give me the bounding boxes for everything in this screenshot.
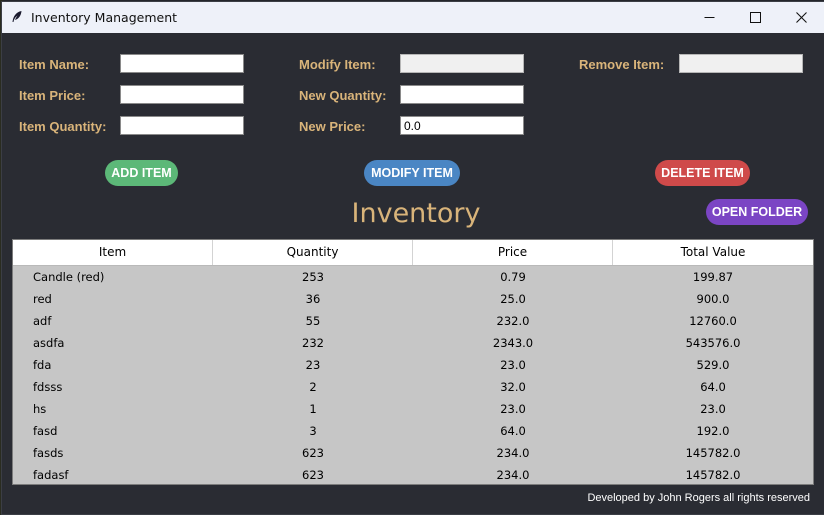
- modify-item-button[interactable]: MODIFY ITEM: [364, 160, 460, 186]
- add-item-button[interactable]: ADD ITEM: [105, 160, 178, 186]
- item-quantity-label: Item Quantity:: [19, 119, 107, 134]
- cell-quantity: 3: [309, 424, 317, 438]
- cell-quantity: 23: [305, 358, 321, 372]
- table-row[interactable]: Candle (red) 253 0.79 199.87: [13, 266, 813, 288]
- table-row[interactable]: fda 23 23.0 529.0: [13, 354, 813, 376]
- cell-price: 25.0: [500, 292, 526, 306]
- remove-item-label: Remove Item:: [579, 57, 665, 72]
- inventory-heading: Inventory: [2, 198, 824, 229]
- table-row[interactable]: hs 1 23.0 23.0: [13, 398, 813, 420]
- cell-item: hs: [33, 402, 47, 416]
- cell-price: 232.0: [496, 314, 530, 328]
- close-button[interactable]: [778, 2, 824, 33]
- cell-item: fdsss: [33, 380, 63, 394]
- cell-item: Candle (red): [33, 270, 105, 284]
- cell-total-value: 192.0: [696, 424, 730, 438]
- feather-icon: [10, 10, 24, 24]
- cell-total-value: 64.0: [700, 380, 726, 394]
- cell-price: 0.79: [500, 270, 526, 284]
- cell-item: fadasf: [33, 468, 69, 482]
- cell-item: asdfa: [33, 336, 65, 350]
- cell-price: 23.0: [500, 358, 526, 372]
- column-header-quantity[interactable]: Quantity: [213, 240, 413, 265]
- window-title: Inventory Management: [31, 10, 178, 25]
- cell-total-value: 529.0: [696, 358, 730, 372]
- new-quantity-input[interactable]: [400, 85, 524, 104]
- table-row[interactable]: fasd 3 64.0 192.0: [13, 420, 813, 442]
- item-price-label: Item Price:: [19, 88, 86, 103]
- cell-price: 32.0: [500, 380, 526, 394]
- inventory-table[interactable]: Item Quantity Price Total Value Candle (…: [12, 239, 814, 485]
- cell-item: fda: [33, 358, 52, 372]
- cell-price: 23.0: [500, 402, 526, 416]
- cell-quantity: 232: [302, 336, 324, 350]
- table-row[interactable]: fdsss 2 32.0 64.0: [13, 376, 813, 398]
- table-row[interactable]: fadasf 623 234.0 145782.0: [13, 464, 813, 484]
- close-icon: [795, 12, 807, 23]
- remove-item-select[interactable]: [679, 54, 803, 73]
- cell-total-value: 12760.0: [689, 314, 737, 328]
- cell-price: 2343.0: [492, 336, 534, 350]
- cell-item: red: [33, 292, 52, 306]
- cell-quantity: 623: [302, 446, 324, 460]
- cell-total-value: 900.0: [696, 292, 730, 306]
- new-price-label: New Price:: [299, 119, 366, 134]
- cell-price: 234.0: [496, 446, 530, 460]
- column-header-price[interactable]: Price: [413, 240, 613, 265]
- item-name-input[interactable]: [120, 54, 244, 73]
- modify-item-select[interactable]: [400, 54, 524, 73]
- cell-quantity: 1: [309, 402, 317, 416]
- minimize-button[interactable]: [686, 2, 732, 33]
- cell-quantity: 623: [302, 468, 324, 482]
- new-price-input[interactable]: 0.0: [400, 116, 524, 135]
- cell-total-value: 145782.0: [685, 468, 741, 482]
- modify-item-label: Modify Item:: [299, 57, 376, 72]
- column-header-item[interactable]: Item: [13, 240, 213, 265]
- table-row[interactable]: fasds 623 234.0 145782.0: [13, 442, 813, 464]
- cell-item: fasd: [33, 424, 58, 438]
- cell-total-value: 23.0: [700, 402, 726, 416]
- cell-total-value: 543576.0: [685, 336, 741, 350]
- inventory-heading-text: Inventory: [351, 198, 481, 229]
- cell-quantity: 253: [302, 270, 324, 284]
- cell-total-value: 199.87: [692, 270, 734, 284]
- cell-item: fasds: [33, 446, 64, 460]
- minimize-icon: [704, 17, 714, 18]
- cell-price: 234.0: [496, 468, 530, 482]
- footer-credit: Developed by John Rogers all rights rese…: [587, 492, 810, 504]
- item-price-input[interactable]: [120, 85, 244, 104]
- new-quantity-label: New Quantity:: [299, 88, 387, 103]
- maximize-icon: [749, 12, 761, 23]
- cell-total-value: 145782.0: [685, 446, 741, 460]
- item-quantity-input[interactable]: [120, 116, 244, 135]
- cell-item: adf: [33, 314, 52, 328]
- cell-quantity: 55: [305, 314, 321, 328]
- item-name-label: Item Name:: [19, 57, 90, 72]
- table-row[interactable]: adf 55 232.0 12760.0: [13, 310, 813, 332]
- table-header: Item Quantity Price Total Value: [13, 240, 813, 266]
- cell-quantity: 2: [309, 380, 317, 394]
- cell-quantity: 36: [305, 292, 321, 306]
- maximize-button[interactable]: [732, 2, 778, 33]
- column-header-total-value[interactable]: Total Value: [613, 240, 813, 265]
- title-bar: Inventory Management: [2, 2, 824, 33]
- delete-item-button[interactable]: DELETE ITEM: [655, 160, 750, 186]
- cell-price: 64.0: [500, 424, 526, 438]
- table-row[interactable]: asdfa 232 2343.0 543576.0: [13, 332, 813, 354]
- app-window: Inventory Management Item Name: Item Pri…: [2, 2, 824, 514]
- table-row[interactable]: red 36 25.0 900.0: [13, 288, 813, 310]
